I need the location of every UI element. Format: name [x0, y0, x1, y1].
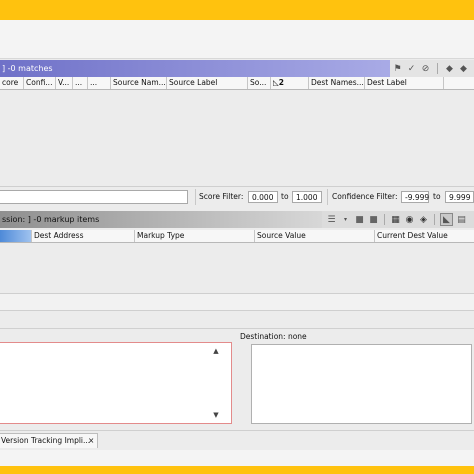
score-to-label: to	[281, 192, 289, 201]
tag-icon[interactable]: ◆	[444, 63, 455, 74]
markup-toolbar: ☰ ▾ ■ ■ ▦ ◉ ◈ ◣ ▤	[322, 211, 474, 228]
col-source-label[interactable]: Source Label	[167, 77, 248, 89]
col-current-dest-value[interactable]: Current Dest Value	[375, 230, 474, 242]
markup-panel-title: ssion: ] -0 markup items	[0, 211, 324, 228]
col-dest-label[interactable]: Dest Label	[365, 77, 444, 89]
separator	[195, 189, 196, 205]
matches-title-text: ] -0 matches	[2, 64, 53, 73]
score-filter-label: Score Filter:	[199, 192, 244, 201]
col-source-short[interactable]: So...	[248, 77, 271, 89]
scroll-up-icon[interactable]: ▲	[211, 346, 221, 356]
col-score[interactable]: core	[0, 77, 24, 89]
apply-markup-icon[interactable]: ■	[354, 214, 365, 225]
matches-table-header: core Confi... V... ... ... Source Nam...…	[0, 77, 474, 90]
matches-toolbar: ⚑ ✓ ⊘ ◆ ◆	[390, 60, 474, 77]
markup-table-header: Dest Address Markup Type Source Value Cu…	[0, 230, 474, 243]
settings-icon[interactable]: ▤	[456, 214, 467, 225]
destination-label: Destination: none	[240, 332, 307, 341]
col-dots-2[interactable]: ...	[88, 77, 111, 89]
dropdown-arrow-icon[interactable]: ▾	[340, 214, 351, 225]
col-v[interactable]: V...	[56, 77, 73, 89]
col-sort[interactable]	[0, 230, 32, 242]
confidence-to-label: to	[433, 192, 441, 201]
diamond-icon[interactable]: ◈	[418, 214, 429, 225]
toolbar-area	[0, 20, 474, 59]
col-dest-address[interactable]: Dest Address	[32, 230, 135, 242]
col-dest-names[interactable]: Dest Names...	[309, 77, 365, 89]
bottom-accent-bar	[0, 466, 474, 474]
matches-table-body[interactable]	[0, 90, 474, 186]
list-icon[interactable]: ☰	[326, 214, 337, 225]
confidence-max-field[interactable]: 9.999	[445, 191, 474, 203]
markup-table-body[interactable]	[0, 243, 474, 293]
status-area	[0, 450, 474, 466]
check-icon[interactable]: ✓	[406, 63, 417, 74]
col-dots-1[interactable]: ...	[73, 77, 88, 89]
divider-strip	[0, 293, 474, 311]
target-icon[interactable]: ◉	[404, 214, 415, 225]
source-pane[interactable]: ▲ ▼	[0, 342, 232, 424]
score-max-field[interactable]: 1.000	[292, 191, 322, 203]
col-source-name[interactable]: Source Nam...	[111, 77, 167, 89]
tab-version-tracking[interactable]: Version Tracking Impli... ×	[0, 433, 98, 448]
tab-close-icon[interactable]: ×	[88, 434, 94, 448]
separator	[327, 189, 328, 205]
confidence-filter-label: Confidence Filter:	[332, 192, 398, 201]
scroll-down-icon[interactable]: ▼	[211, 410, 221, 420]
reject-icon[interactable]: ⊘	[420, 63, 431, 74]
tab-label: Version Tracking Impli...	[1, 436, 91, 445]
col-markup-type[interactable]: Markup Type	[135, 230, 255, 242]
matches-panel-title: ] -0 matches	[0, 60, 392, 77]
col-source-value[interactable]: Source Value	[255, 230, 375, 242]
markup-title-text: ssion: ] -0 markup items	[2, 215, 100, 224]
filter-row: Score Filter: 0.000 to 1.000 Confidence …	[0, 186, 474, 207]
col-sort-indicator[interactable]: ◺2	[271, 77, 309, 89]
confidence-min-field[interactable]: -9.999	[401, 191, 429, 203]
score-min-field[interactable]: 0.000	[248, 191, 278, 203]
col-confidence[interactable]: Confi...	[24, 77, 56, 89]
table-icon[interactable]: ▦	[390, 214, 401, 225]
text-filter-input[interactable]	[0, 190, 188, 204]
top-accent-bar	[0, 0, 474, 20]
destination-pane[interactable]	[251, 344, 472, 424]
col-empty	[444, 77, 474, 89]
tab-bar: Version Tracking Impli... ×	[0, 430, 474, 451]
tags-icon[interactable]: ◆	[458, 63, 469, 74]
apply-all-icon[interactable]: ■	[368, 214, 379, 225]
toggle-icon[interactable]: ◣	[440, 213, 453, 226]
comparison-header	[0, 312, 474, 329]
flag-icon[interactable]: ⚑	[392, 63, 403, 74]
